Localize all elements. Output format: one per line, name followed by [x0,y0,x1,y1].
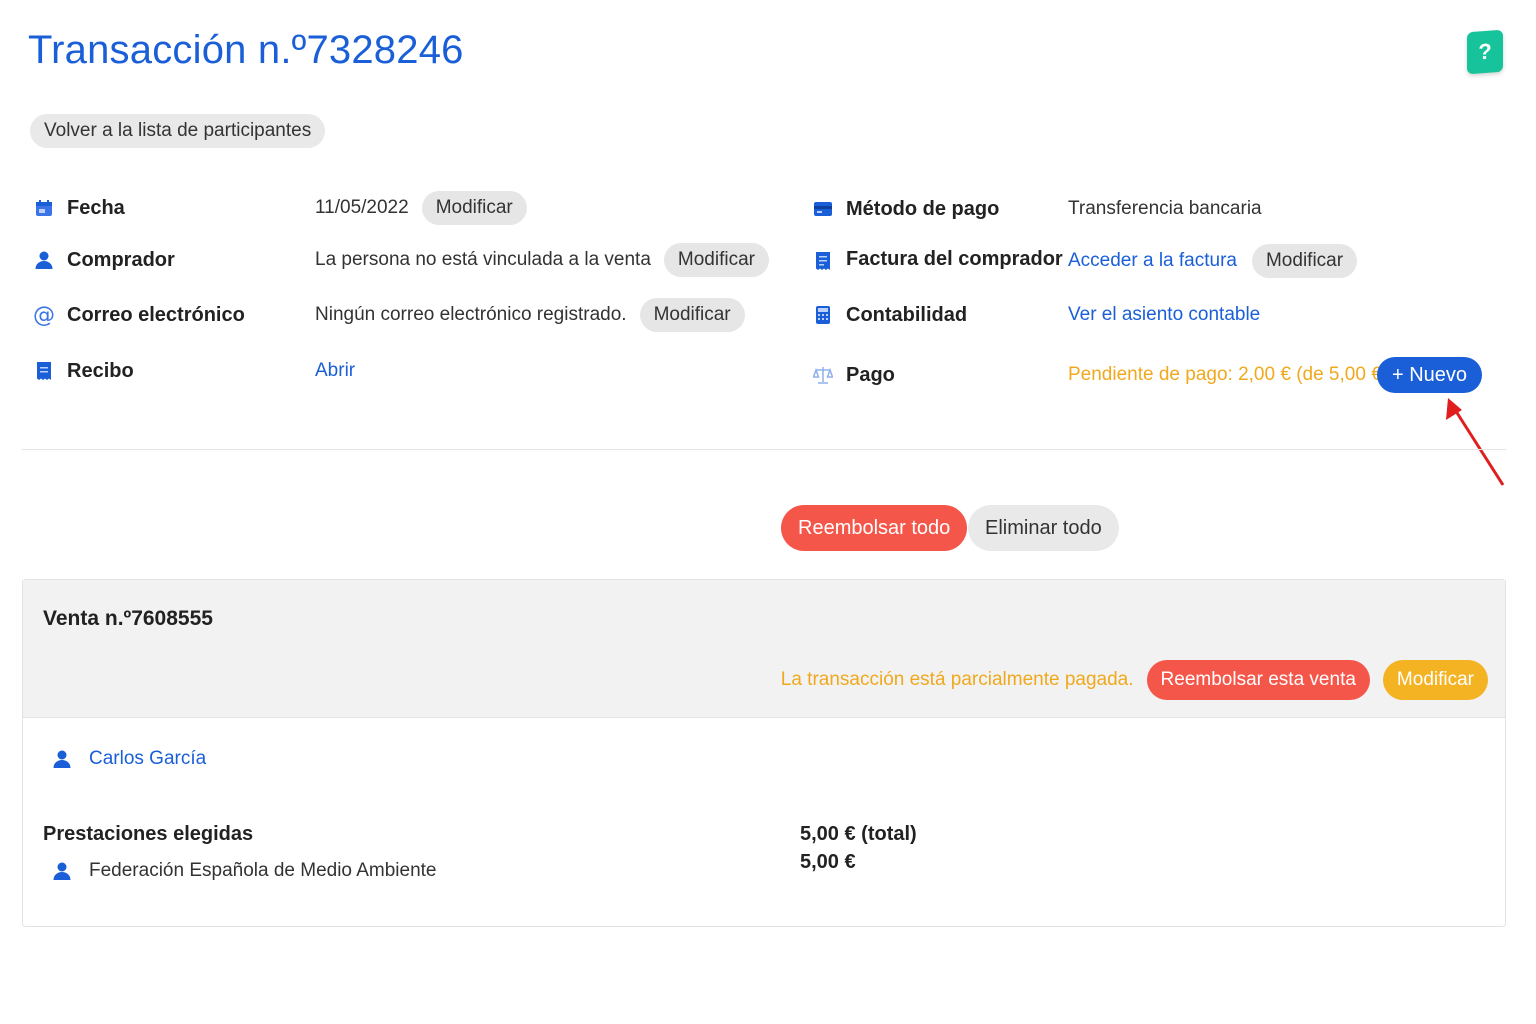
invoice-label: Factura del comprador [846,247,1063,270]
accounting-label: Contabilidad [846,303,968,326]
new-payment-button[interactable]: + Nuevo [1377,357,1483,393]
payment-label: Pago [846,363,895,386]
service-name: Federación Española de Medio Ambiente [89,860,437,881]
payment-method-row [813,191,833,227]
payment-row [813,357,833,393]
receipt-icon [34,361,54,381]
person-icon [52,861,72,881]
refund-sale-button[interactable]: Reembolsar esta venta [1146,660,1370,700]
open-receipt-link[interactable]: Abrir [315,360,355,382]
services-label: Prestaciones elegidas [43,823,254,845]
credit-card-icon [813,199,833,219]
receipt-label: Recibo [67,359,134,382]
buyer-row [34,242,54,278]
payment-method-value: Transferencia bancaria [1068,198,1262,219]
calendar-icon [34,198,54,218]
page-title: Transacción n.º7328246 [28,28,464,72]
date-value: 11/05/2022 [315,197,409,218]
participant-link[interactable]: Carlos García [89,748,206,770]
invoice-icon [813,251,833,271]
modify-buyer-button[interactable]: Modificar [663,243,769,277]
person-icon [52,749,72,769]
email-value: Ningún correo electrónico registrado. [315,304,627,325]
access-invoice-link[interactable]: Acceder a la factura [1068,250,1237,272]
email-label: Correo electrónico [67,303,245,326]
buyer-label: Comprador [67,248,175,271]
payment-method-label: Método de pago [846,197,1000,220]
sale-participant: Carlos García [52,748,206,770]
payment-pending-status: Pendiente de pago: 2,00 € (de 5,00 €) [1068,364,1389,385]
delete-all-button[interactable]: Eliminar todo [968,505,1119,551]
modify-sale-button[interactable]: Modificar [1382,660,1488,700]
receipt-row [34,353,54,389]
modify-date-button[interactable]: Modificar [421,191,527,225]
accounting-row [813,297,833,333]
buyer-value: La persona no está vinculada a la venta [315,249,651,270]
sale-total: 5,00 € (total) [800,823,917,845]
modify-invoice-button[interactable]: Modificar [1251,244,1358,278]
help-icon: ? [1478,38,1492,65]
at-sign-icon: @ [33,302,55,328]
service-price: 5,00 € [800,851,856,873]
back-to-participants-button[interactable]: Volver a la lista de participantes [30,114,326,148]
date-label: Fecha [67,196,125,219]
refund-all-button[interactable]: Reembolsar todo [781,505,968,551]
accounting-entry-link[interactable]: Ver el asiento contable [1068,304,1260,326]
email-row: @ [33,297,55,333]
section-divider [22,449,1506,450]
help-button[interactable]: ? [1467,29,1503,75]
sale-card: Venta n.º7608555 La transacción está par… [22,579,1506,927]
sale-title: Venta n.º7608555 [43,607,213,630]
scale-icon [813,365,833,385]
modify-email-button[interactable]: Modificar [639,298,745,332]
service-item: Federación Española de Medio Ambiente [52,860,437,882]
sale-header: Venta n.º7608555 La transacción está par… [23,580,1505,718]
date-row [34,190,54,226]
invoice-row [813,243,833,279]
person-icon [34,250,54,270]
calculator-icon [813,305,833,325]
sale-payment-status: La transacción está parcialmente pagada. [780,669,1134,690]
